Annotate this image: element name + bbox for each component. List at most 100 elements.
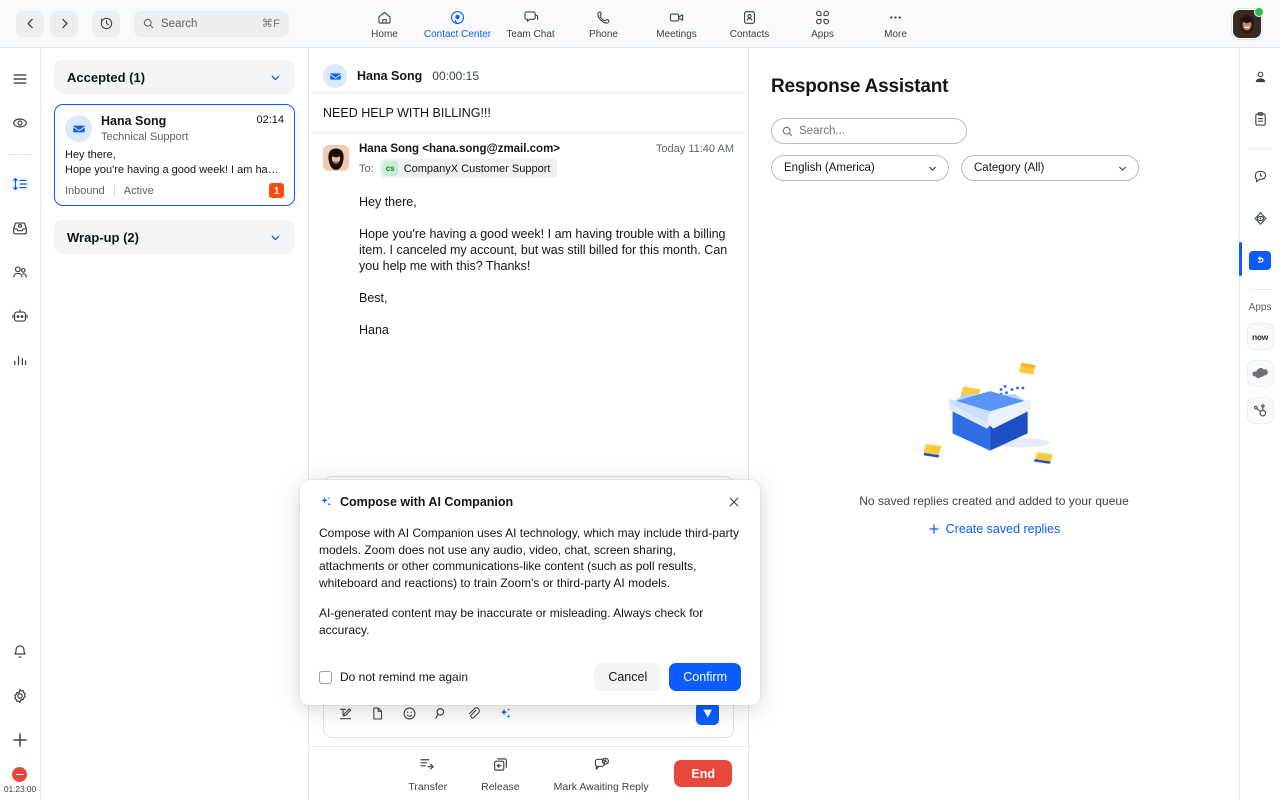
nav-item-apps[interactable]: Apps <box>786 2 859 46</box>
dialog-paragraph-2: AI-generated content may be inaccurate o… <box>319 606 704 637</box>
conversation-direction: Inbound <box>65 184 105 197</box>
rail-divider <box>1249 289 1271 290</box>
salesforce-app-icon[interactable] <box>1246 360 1274 387</box>
notes-clipboard-icon[interactable] <box>1245 104 1275 134</box>
conversation-action-bar: Transfer Release Mark Awaiting Reply End <box>309 746 748 800</box>
file-icon[interactable] <box>370 706 385 721</box>
email-icon <box>65 115 92 142</box>
conversation-list: Accepted (1) Hana Song Technical Support… <box>41 48 309 800</box>
end-button[interactable]: End <box>674 760 732 787</box>
status-busy-indicator[interactable]: 01:23:00 <box>4 767 36 794</box>
create-saved-replies-link[interactable]: Create saved replies <box>928 522 1060 536</box>
nav-item-home[interactable]: Home <box>348 2 421 46</box>
presence-indicator <box>1254 6 1264 17</box>
awaiting-reply-icon <box>592 755 611 779</box>
conversation-state: Active <box>123 184 154 197</box>
transfer-button[interactable]: Transfer <box>408 755 447 793</box>
phone-icon <box>595 9 612 26</box>
category-select[interactable]: Category (All) <box>961 155 1139 181</box>
ai-sparkle-icon <box>319 495 333 509</box>
nav-label-phone: Phone <box>589 28 618 40</box>
close-icon[interactable] <box>727 495 741 509</box>
message-date: Today 11:40 AM <box>655 143 734 155</box>
meetings-icon <box>668 9 685 26</box>
conversation-preview-line1: Hey there, <box>65 149 116 161</box>
hubspot-app-icon[interactable] <box>1246 397 1274 424</box>
nav-item-contact-center[interactable]: Contact Center <box>421 2 494 46</box>
mark-awaiting-reply-button[interactable]: Mark Awaiting Reply <box>554 755 649 793</box>
saved-replies-filters: English (America) Category (All) <box>771 155 1215 181</box>
confirm-button[interactable]: Confirm <box>669 663 741 691</box>
nav-item-team-chat[interactable]: Team Chat <box>494 2 567 46</box>
unread-badge: 1 <box>269 183 284 198</box>
message-area: Hana Song <hana.song@zmail.com> To: cs C… <box>309 133 748 476</box>
bell-icon[interactable] <box>3 635 37 669</box>
ai-companion-sparkle-icon[interactable] <box>498 706 513 721</box>
message-to-row: To: cs CompanyX Customer Support <box>359 159 646 178</box>
back-button[interactable] <box>16 10 44 37</box>
conversation-item-names: Hana Song Technical Support <box>101 114 247 144</box>
nav-item-more[interactable]: More <box>859 2 932 46</box>
team-icon[interactable] <box>3 255 37 289</box>
conversation-header-name: Hana Song <box>357 69 423 83</box>
contact-center-icon <box>449 9 466 26</box>
knowledge-base-icon[interactable] <box>1245 203 1275 233</box>
cancel-button[interactable]: Cancel <box>594 663 662 691</box>
active-indicator <box>1239 242 1242 276</box>
plus-icon[interactable] <box>3 723 37 757</box>
nav-label-contacts: Contacts <box>729 28 770 40</box>
analytics-icon[interactable] <box>3 343 37 377</box>
send-button[interactable] <box>696 702 719 725</box>
group-header-accepted[interactable]: Accepted (1) <box>54 60 295 94</box>
team-chat-icon <box>522 9 539 26</box>
servicenow-app-icon[interactable]: now <box>1246 323 1274 350</box>
search-icon[interactable] <box>434 706 449 721</box>
rail-divider <box>9 154 31 155</box>
hamburger-menu-icon[interactable] <box>3 62 37 96</box>
forward-button[interactable] <box>50 10 78 37</box>
search-input[interactable]: Search ⌘F <box>134 10 289 37</box>
engagement-history-icon[interactable] <box>1245 161 1275 191</box>
nav-item-meetings[interactable]: Meetings <box>640 2 713 46</box>
saved-replies-icon[interactable] <box>1239 242 1275 276</box>
recipient-chip[interactable]: cs CompanyX Customer Support <box>379 159 558 178</box>
bot-icon[interactable] <box>3 299 37 333</box>
attachment-icon[interactable] <box>466 706 481 721</box>
conversation-header-timer: 00:00:15 <box>432 69 480 83</box>
hubspot-glyph <box>1253 403 1267 416</box>
conversation-item-hana-song[interactable]: Hana Song Technical Support 02:14 Hey th… <box>54 104 295 206</box>
empty-box-illustration <box>923 362 1053 464</box>
nav-item-contacts[interactable]: Contacts <box>713 2 786 46</box>
category-select-value: Category (All) <box>974 162 1045 174</box>
inbox-icon[interactable] <box>3 211 37 245</box>
format-text-icon[interactable] <box>338 706 353 721</box>
do-not-remind-checkbox[interactable]: Do not remind me again <box>319 670 468 684</box>
saved-replies-search-input[interactable]: Search... <box>771 118 967 144</box>
sender-avatar-face <box>328 148 344 171</box>
emoji-icon[interactable] <box>402 706 417 721</box>
gear-icon[interactable] <box>3 679 37 713</box>
nav-label-meetings: Meetings <box>656 28 697 40</box>
search-placeholder: Search <box>161 17 198 30</box>
saved-replies-search-placeholder: Search... <box>799 125 846 137</box>
conversation-item-time: 02:14 <box>256 114 284 126</box>
response-assistant-panel: Response Assistant Search... English (Am… <box>749 48 1239 800</box>
nav-label-more: More <box>884 28 907 40</box>
plus-icon <box>929 524 939 534</box>
home-icon <box>376 9 393 26</box>
more-icon <box>887 9 904 26</box>
engagement-icon[interactable] <box>3 106 37 140</box>
search-icon <box>782 126 793 136</box>
checkbox-box <box>319 670 332 684</box>
conversation-item-preview: Hey there, Hope you're having a good wee… <box>65 148 284 177</box>
release-button[interactable]: Release <box>481 755 520 793</box>
group-header-wrapup[interactable]: Wrap-up (2) <box>54 220 295 254</box>
profile-icon[interactable] <box>1245 62 1275 92</box>
avatar[interactable] <box>1232 6 1264 39</box>
language-select[interactable]: English (America) <box>771 155 949 181</box>
left-rail: 01:23:00 <box>0 48 41 800</box>
left-rail-bottom: 01:23:00 <box>3 635 37 800</box>
nav-item-phone[interactable]: Phone <box>567 2 640 46</box>
sidebar-item-queue[interactable] <box>3 167 37 201</box>
history-icon[interactable] <box>92 10 120 37</box>
